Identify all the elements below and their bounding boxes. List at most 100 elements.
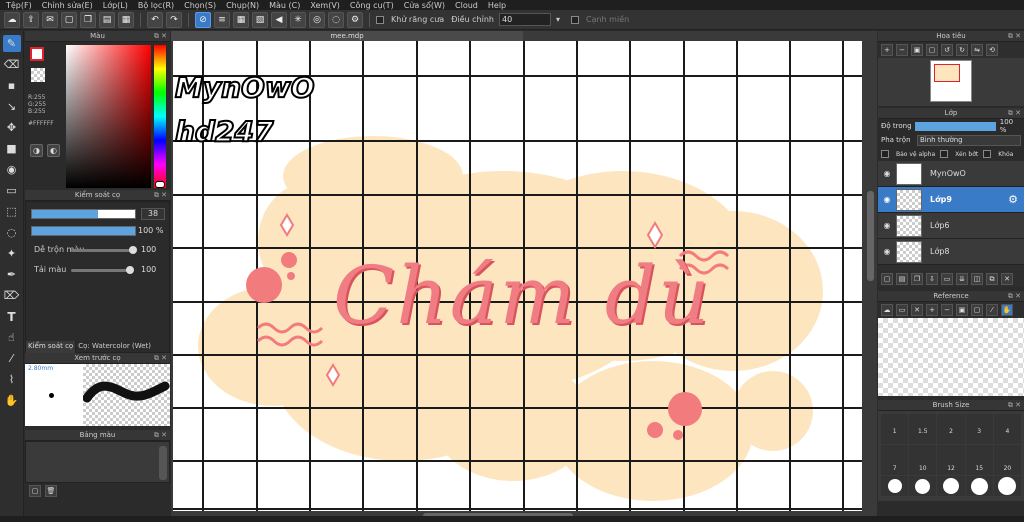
snap-radial-icon[interactable]: ✳ — [290, 11, 306, 28]
tab-brush[interactable]: Cọ: Watercolor (Wet) — [76, 341, 153, 353]
menu-edit[interactable]: Chỉnh sửa(E) — [42, 1, 93, 10]
color-picker-icon[interactable]: ◐ — [47, 144, 60, 157]
brush-size-cell[interactable]: 4 — [993, 414, 1022, 444]
magic-wand-tool-icon[interactable]: ✦ — [3, 245, 21, 262]
brush-size-cell[interactable] — [909, 476, 937, 496]
new-file-icon[interactable]: ▢ — [61, 11, 77, 28]
undo-icon[interactable]: ↶ — [147, 11, 163, 28]
brush-size-cell[interactable] — [993, 476, 1022, 496]
menu-help[interactable]: Help — [488, 1, 506, 10]
zoom-out-icon[interactable]: − — [896, 44, 908, 56]
palette-scrollbar[interactable] — [159, 446, 167, 480]
adjust-input[interactable]: 40 — [498, 13, 551, 26]
layer-item-selected[interactable]: ◉ Lớp9 ⚙ — [878, 187, 1024, 213]
add-color-icon[interactable]: ▢ — [29, 485, 41, 497]
close-reference-icon[interactable]: ✕ — [911, 304, 923, 316]
eyedropper-icon[interactable]: ⁄ — [986, 304, 998, 316]
rotate-left-icon[interactable]: ↺ — [941, 44, 953, 56]
hand-tool-icon[interactable]: ✋ — [3, 392, 21, 409]
blend-slider[interactable] — [71, 249, 133, 252]
brush-size-cell[interactable]: 15 — [965, 445, 993, 475]
panel-menu-icon[interactable]: ⧉ ✕ — [1008, 31, 1021, 42]
select-pen-tool-icon[interactable]: ✒ — [3, 266, 21, 283]
bucket-tool-icon[interactable]: ◉ — [3, 161, 21, 178]
snap-grid-icon[interactable]: ▦ — [233, 11, 249, 28]
share-icon[interactable]: ⇪ — [23, 11, 39, 28]
layer-visibility-icon[interactable]: ◉ — [878, 247, 896, 256]
hue-slider-handle[interactable] — [155, 181, 165, 188]
brush-size-cell[interactable] — [965, 476, 993, 496]
menu-cloud[interactable]: Cloud — [455, 1, 478, 10]
menu-capture[interactable]: Chụp(N) — [226, 1, 259, 10]
panel-menu-icon[interactable]: ⧉ ✕ — [154, 430, 167, 441]
tab-brush-control[interactable]: Kiểm soát cọ — [26, 341, 77, 353]
panel-menu-icon[interactable]: ⧉ ✕ — [1008, 108, 1021, 119]
layer-blend-select[interactable]: Bình thường — [917, 134, 1021, 146]
lasso-tool-icon[interactable]: ◌ — [3, 224, 21, 241]
brush-size-cell[interactable]: 1.5 — [909, 414, 937, 444]
snap-curve-icon[interactable]: ◌ — [328, 11, 344, 28]
snap-edge-checkbox[interactable] — [571, 15, 579, 24]
menu-filter[interactable]: Bộ lọc(R) — [138, 1, 174, 10]
shape-fill-tool-icon[interactable]: ■ — [3, 140, 21, 157]
menu-tools[interactable]: Công cụ(T) — [350, 1, 394, 10]
reference-canvas[interactable] — [878, 318, 1024, 396]
menu-file[interactable]: Tệp(F) — [6, 1, 32, 10]
lock-checkbox[interactable] — [983, 150, 992, 158]
snap-crosshatch-icon[interactable]: ▧ — [252, 11, 268, 28]
color-wheel-icon[interactable]: ◑ — [30, 144, 43, 157]
document-tab[interactable]: mee.mdp — [171, 31, 523, 41]
grid-icon[interactable]: ▦ — [118, 11, 134, 28]
brush-size-cell[interactable]: 20 — [993, 445, 1022, 475]
brush-size-slider[interactable] — [31, 209, 136, 219]
copy-icon[interactable]: ❐ — [80, 11, 96, 28]
snap-perspective-icon[interactable]: ◀ — [271, 11, 287, 28]
clipping-checkbox[interactable] — [940, 150, 949, 158]
fit-icon[interactable]: ▣ — [956, 304, 968, 316]
operation-tool-icon[interactable]: ☝ — [3, 329, 21, 346]
new-layer-icon[interactable]: ▢ — [881, 273, 893, 285]
menu-window[interactable]: Cửa sổ(W) — [404, 1, 445, 10]
snap-parallel-icon[interactable]: ≡ — [214, 11, 230, 28]
layer-item[interactable]: ◉ MynOwO — [878, 161, 1024, 187]
menu-view[interactable]: Xem(V) — [310, 1, 340, 10]
actual-size-icon[interactable]: ▢ — [971, 304, 983, 316]
zoom-out-icon[interactable]: − — [941, 304, 953, 316]
brush-tool-icon[interactable]: ✎ — [2, 35, 21, 52]
select-eraser-tool-icon[interactable]: ⌦ — [3, 287, 21, 304]
hand-icon[interactable]: ✋ — [1001, 304, 1013, 316]
panel-menu-icon[interactable]: ⧉ ✕ — [154, 353, 167, 364]
layer-opacity-slider[interactable] — [915, 121, 996, 131]
paste-icon[interactable]: ▤ — [99, 11, 115, 28]
layer-visibility-icon[interactable]: ◉ — [878, 221, 896, 230]
reset-icon[interactable]: ⟲ — [986, 44, 998, 56]
brush-opacity-slider[interactable] — [31, 226, 136, 236]
text-tool-icon[interactable]: T — [3, 308, 21, 325]
redo-icon[interactable]: ↷ — [166, 11, 182, 28]
open-folder-icon[interactable]: ▭ — [896, 304, 908, 316]
brush-size-cell[interactable]: 7 — [881, 445, 909, 475]
flip-icon[interactable]: ⇋ — [971, 44, 983, 56]
brush-size-cell[interactable]: 10 — [909, 445, 937, 475]
brush-size-cell[interactable] — [937, 476, 965, 496]
eraser-tool-icon[interactable]: ⌫ — [3, 56, 21, 73]
vertical-scroll-thumb[interactable] — [867, 191, 874, 281]
snap-off-icon[interactable]: ⊘ — [195, 11, 211, 28]
load-slider-handle[interactable] — [126, 266, 134, 274]
blend-slider-handle[interactable] — [129, 246, 137, 254]
chat-icon[interactable]: ✉ — [42, 11, 58, 28]
new-halftone-layer-icon[interactable]: ▤ — [896, 273, 908, 285]
eyedropper-tool-icon[interactable]: ⌇ — [3, 371, 21, 388]
primary-color-swatch[interactable] — [30, 47, 44, 61]
rotate-right-icon[interactable]: ↻ — [956, 44, 968, 56]
delete-layer-icon[interactable]: ✕ — [1001, 273, 1013, 285]
brush-size-cell[interactable]: 12 — [937, 445, 965, 475]
layer-menu-icon[interactable]: ⧉ — [986, 273, 998, 285]
snap-circle-icon[interactable]: ◎ — [309, 11, 325, 28]
dot-tool-icon[interactable]: ▪ — [3, 77, 21, 94]
cloud-icon[interactable]: ☁ — [4, 11, 20, 28]
antialias-checkbox[interactable] — [376, 15, 384, 24]
brush-size-cell[interactable] — [881, 476, 909, 496]
panel-menu-icon[interactable]: ⧉ ✕ — [154, 190, 167, 201]
delete-color-icon[interactable]: 🗑 — [45, 485, 57, 497]
